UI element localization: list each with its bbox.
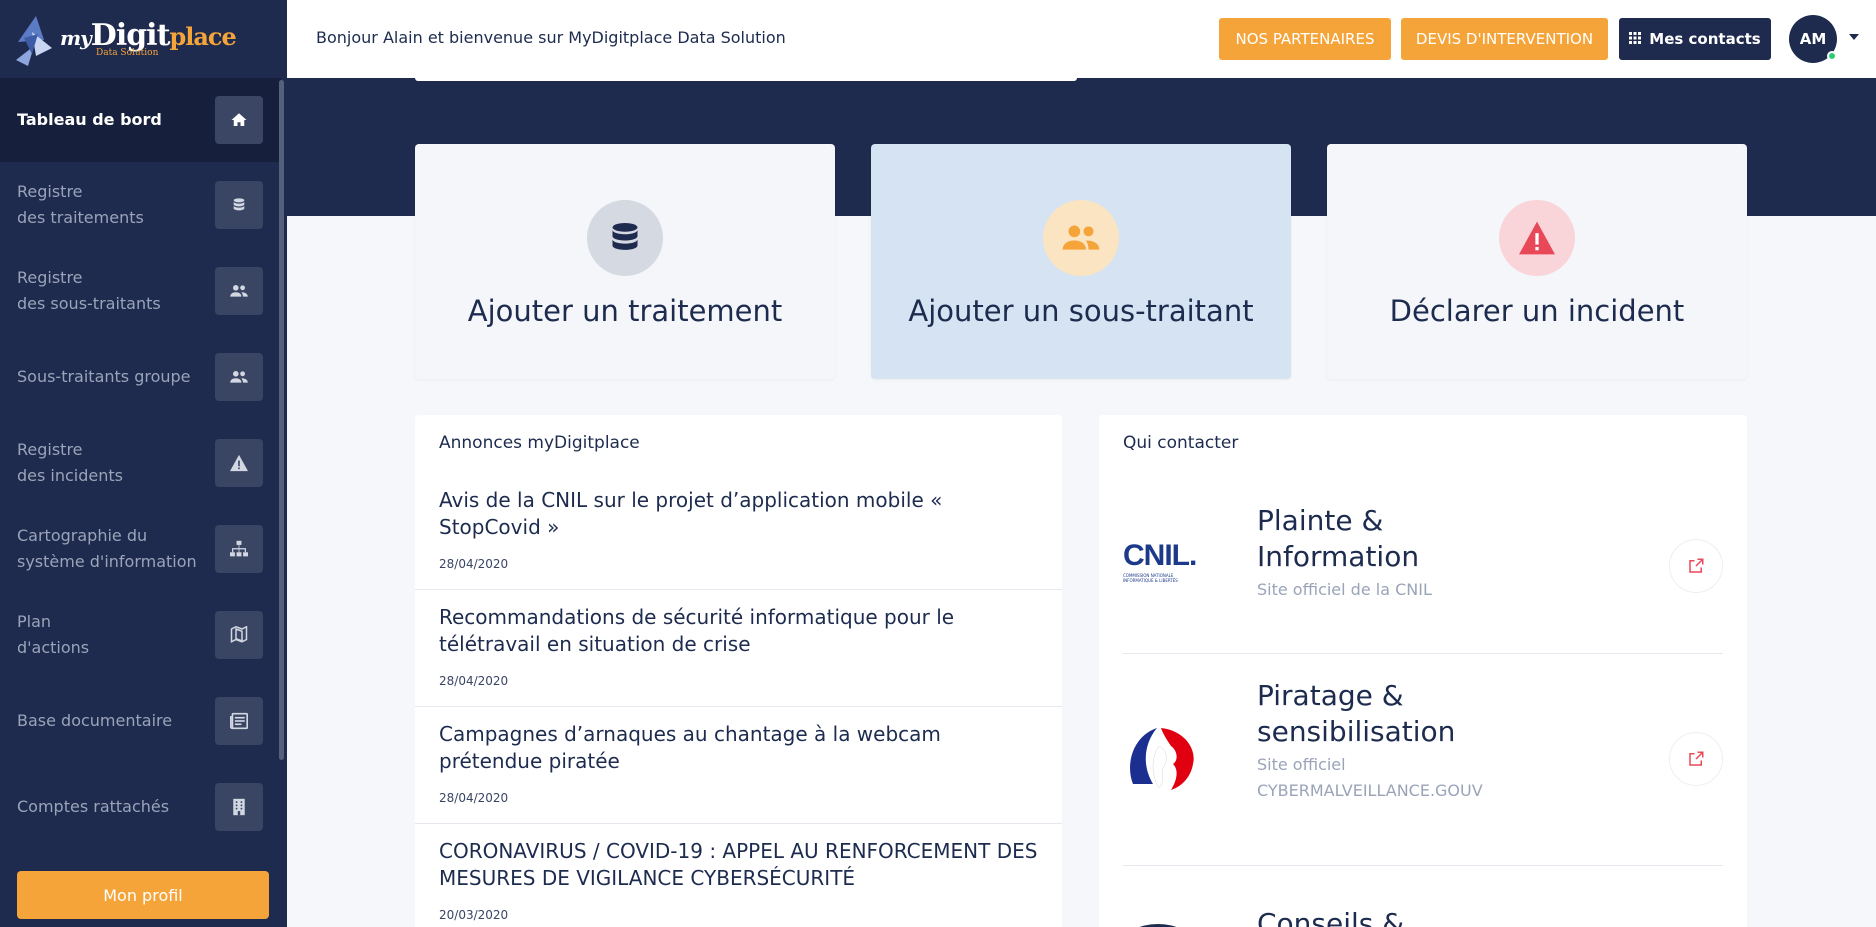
- logo-mark-icon: [16, 16, 52, 66]
- declare-incident-card[interactable]: Déclarer un incident: [1327, 144, 1747, 379]
- logo-my: my: [60, 25, 92, 50]
- news-title: CORONAVIRUS / COVID-19 : APPEL AU RENFOR…: [439, 839, 1038, 890]
- search-input[interactable]: [415, 70, 1077, 81]
- users-icon: [215, 353, 263, 401]
- contact-item: CNIL. COMMISSION NATIONALE INFORMATIQUE …: [1123, 483, 1723, 654]
- contact-title: Plainte & Information: [1257, 503, 1419, 575]
- sidebar-item-base-documentaire[interactable]: Base documentaire: [0, 678, 281, 764]
- contact-subtitle: Site officiel de la CNIL: [1257, 580, 1432, 599]
- sidebar: myDigitplace Data Solution Tableau de bo…: [0, 0, 287, 927]
- sidebar-item-label-line2: des incidents: [17, 466, 123, 485]
- contact-item: Conseils &: [1123, 866, 1723, 927]
- external-link-button[interactable]: [1669, 732, 1723, 786]
- contact-subtitle-line2: CYBERMALVEILLANCE.GOUV: [1257, 781, 1483, 800]
- news-title: Campagnes d’arnaques au chantage à la we…: [439, 722, 941, 773]
- contact-subtitle: Site officiel CYBERMALVEILLANCE.GOUV: [1257, 752, 1483, 804]
- sidebar-item-label: Registre: [17, 440, 83, 459]
- sidebar-item-cartographie[interactable]: Cartographie du système d'information: [0, 506, 281, 592]
- warning-icon: [215, 439, 263, 487]
- sidebar-item-label-line2: système d'information: [17, 552, 197, 571]
- sidebar-item-label-line2: des sous-traitants: [17, 294, 161, 313]
- profile-button[interactable]: Mon profil: [17, 871, 269, 919]
- contact-title: Conseils &: [1257, 906, 1404, 927]
- contact-title-line1: Plainte &: [1257, 504, 1384, 537]
- sitemap-icon: [215, 525, 263, 573]
- sidebar-item-label: Sous-traitants groupe: [17, 367, 191, 386]
- news-item[interactable]: Campagnes d’arnaques au chantage à la we…: [415, 721, 1062, 824]
- users-icon: [215, 267, 263, 315]
- contact-title-line2: Information: [1257, 540, 1420, 573]
- news-date: 28/04/2020: [439, 791, 509, 805]
- home-icon: [215, 96, 263, 144]
- marianne-logo: [1123, 724, 1203, 800]
- contact-title-line1: Piratage &: [1257, 679, 1404, 712]
- app-logo[interactable]: myDigitplace Data Solution: [14, 8, 237, 70]
- online-status-dot: [1827, 51, 1837, 61]
- news-item[interactable]: Avis de la CNIL sur le projet d’applicat…: [415, 487, 1062, 590]
- contact-subtitle-line1: Site officiel: [1257, 755, 1346, 774]
- sidebar-item-registre-sous-traitants[interactable]: Registre des sous-traitants: [0, 248, 281, 334]
- sidebar-item-label-line2: des traitements: [17, 208, 144, 227]
- greeting-text: Bonjour Alain et bienvenue sur MyDigitpl…: [316, 28, 786, 47]
- top-bar: Bonjour Alain et bienvenue sur MyDigitpl…: [287, 0, 1876, 78]
- declare-incident-title: Déclarer un incident: [1389, 294, 1685, 328]
- external-link-icon: [1689, 751, 1704, 766]
- sidebar-item-sous-traitants-groupe[interactable]: Sous-traitants groupe: [0, 334, 281, 420]
- sidebar-item-label: Registre: [17, 182, 83, 201]
- map-icon: [215, 611, 263, 659]
- news-title: Avis de la CNIL sur le projet d’applicat…: [439, 488, 943, 539]
- database-icon: [215, 181, 263, 229]
- sidebar-item-registre-incidents[interactable]: Registre des incidents: [0, 420, 281, 506]
- add-subcontractor-title: Ajouter un sous-traitant: [908, 294, 1254, 328]
- contact-item: Piratage & sensibilisation Site officiel…: [1123, 654, 1723, 866]
- sidebar-item-tableau-de-bord[interactable]: Tableau de bord: [0, 78, 281, 162]
- sidebar-item-label: Comptes rattachés: [17, 797, 170, 816]
- newspaper-icon: [215, 697, 263, 745]
- cnil-logo-small: COMMISSION NATIONALE INFORMATIQUE & LIBE…: [1123, 573, 1178, 583]
- contact-title-line1: Conseils &: [1257, 907, 1405, 927]
- sidebar-scrollbar[interactable]: [279, 80, 284, 760]
- sidebar-item-label: Plan: [17, 612, 52, 631]
- news-date: 20/03/2020: [439, 908, 509, 922]
- contacts-button[interactable]: Mes contacts: [1619, 18, 1771, 60]
- sidebar-item-comptes-rattaches[interactable]: Comptes rattachés: [0, 764, 281, 850]
- news-panel: Annonces myDigitplace Avis de la CNIL su…: [415, 415, 1062, 927]
- external-link-icon: [1689, 558, 1704, 573]
- sidebar-nav: Tableau de bord Registre des traitements …: [0, 78, 281, 850]
- devis-button[interactable]: DEVIS D'INTERVENTION: [1401, 18, 1608, 60]
- database-icon: [587, 200, 663, 276]
- news-panel-title: Annonces myDigitplace: [439, 433, 640, 453]
- contact-title: Piratage & sensibilisation: [1257, 678, 1455, 750]
- contact-title-line2: sensibilisation: [1257, 715, 1456, 748]
- logo-place: place: [169, 21, 236, 51]
- sidebar-item-registre-traitements[interactable]: Registre des traitements: [0, 162, 281, 248]
- news-title: Recommandations de sécurité informatique…: [439, 605, 955, 656]
- add-subcontractor-card[interactable]: Ajouter un sous-traitant: [871, 144, 1291, 379]
- sidebar-item-label: Cartographie du: [17, 526, 148, 545]
- contacts-panel-title: Qui contacter: [1123, 433, 1239, 453]
- news-item[interactable]: Recommandations de sécurité informatique…: [415, 604, 1062, 707]
- sidebar-item-plan-actions[interactable]: Plan d'actions: [0, 592, 281, 678]
- news-item[interactable]: CORONAVIRUS / COVID-19 : APPEL AU RENFOR…: [415, 838, 1062, 927]
- external-link-button[interactable]: [1669, 539, 1723, 593]
- sidebar-item-label: Base documentaire: [17, 711, 173, 730]
- cnil-logo: CNIL. COMMISSION NATIONALE INFORMATIQUE …: [1123, 539, 1197, 583]
- sidebar-item-label: Registre: [17, 268, 83, 287]
- building-icon: [215, 783, 263, 831]
- add-treatment-title: Ajouter un traitement: [467, 294, 783, 328]
- cnil-logo-text: CNIL.: [1123, 539, 1197, 572]
- sidebar-item-label: Tableau de bord: [17, 110, 162, 129]
- news-date: 28/04/2020: [439, 557, 509, 571]
- partners-button[interactable]: NOS PARTENAIRES: [1219, 18, 1391, 60]
- sidebar-item-label-line2: d'actions: [17, 638, 90, 657]
- contacts-button-label: Mes contacts: [1649, 30, 1761, 48]
- chevron-down-icon[interactable]: [1849, 34, 1859, 40]
- contacts-panel: Qui contacter CNIL. COMMISSION NATIONALE…: [1099, 415, 1747, 927]
- news-date: 28/04/2020: [439, 674, 509, 688]
- users-icon: [1043, 200, 1119, 276]
- add-treatment-card[interactable]: Ajouter un traitement: [415, 144, 835, 379]
- warning-icon: [1499, 200, 1575, 276]
- grid-icon: [1629, 30, 1642, 48]
